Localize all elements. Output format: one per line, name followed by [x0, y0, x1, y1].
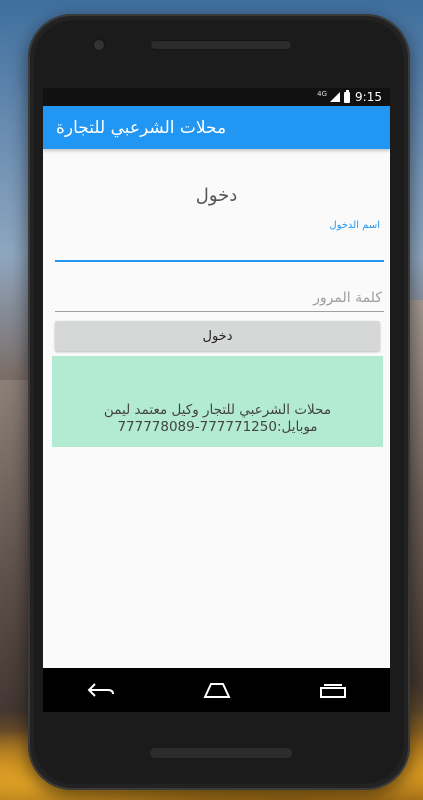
front-camera — [94, 40, 104, 50]
app-bar: محلات الشرعبي للتجارة — [43, 106, 390, 149]
info-line-shop: محلات الشرعبي للتجار وكيل معتمد ليمن — [103, 402, 332, 418]
info-box: محلات الشرعبي للتجار وكيل معتمد ليمن موب… — [52, 356, 383, 447]
battery-icon — [344, 89, 351, 103]
login-title: دخول — [195, 185, 238, 206]
navigation-bar — [43, 668, 390, 712]
username-label: اسم الدخول — [329, 220, 380, 231]
app-title: محلات الشرعبي للتجارة — [56, 117, 227, 138]
device-screen: 4G 9:15 محلات الشرعبي للتجارة دخول اسم ا… — [43, 88, 390, 668]
back-icon[interactable] — [86, 681, 116, 699]
signal-icon — [330, 92, 341, 102]
login-button[interactable]: دخول — [55, 321, 380, 351]
bottom-speaker — [150, 748, 292, 758]
username-input[interactable] — [55, 234, 384, 262]
home-icon[interactable] — [201, 682, 233, 698]
network-type-label: 4G — [317, 90, 328, 98]
recents-icon[interactable] — [318, 682, 348, 698]
top-speaker — [150, 40, 292, 50]
info-line-mobile: موبايل:777771250-777778089 — [117, 419, 318, 435]
status-time: 9:15 — [355, 90, 382, 104]
status-bar: 4G 9:15 — [43, 88, 390, 106]
password-input[interactable] — [55, 285, 384, 312]
